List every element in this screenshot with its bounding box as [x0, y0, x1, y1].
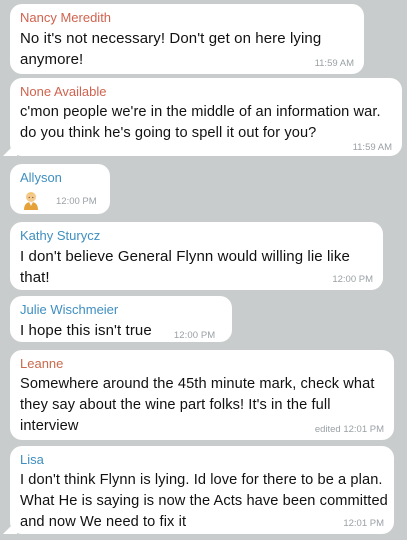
- message-text: I don't think Flynn is lying. Id love fo…: [20, 472, 388, 530]
- message-bubble[interactable]: Allyson 12:00 PM: [10, 164, 110, 214]
- chat-message-list[interactable]: Nancy Meredith No it's not necessary! Do…: [0, 0, 407, 540]
- message-time: 11:59 AM: [352, 142, 392, 153]
- message-sender[interactable]: Lisa: [20, 452, 384, 468]
- message-bubble[interactable]: None Available c'mon people we're in the…: [10, 78, 402, 156]
- message-time: 12:00 PM: [173, 330, 216, 341]
- message-time: 11:59 AM: [314, 58, 354, 69]
- message-text: I hope this isn't true 12:00 PM: [20, 320, 222, 346]
- message-sender[interactable]: Leanne: [20, 356, 384, 372]
- message-sender[interactable]: Kathy Sturycz: [20, 228, 373, 244]
- message-time: 12:00 PM: [332, 274, 373, 285]
- message-text: I don't believe General Flynn would will…: [20, 248, 350, 286]
- message-bubble[interactable]: Kathy Sturycz I don't believe General Fl…: [10, 222, 383, 290]
- message-time: 12:01 PM: [343, 518, 384, 529]
- message-text: No it's not necessary! Don't get on here…: [20, 30, 322, 68]
- message-bubble[interactable]: Lisa I don't think Flynn is lying. Id lo…: [10, 446, 394, 534]
- message-bubble[interactable]: Julie Wischmeier I hope this isn't true 1…: [10, 296, 232, 342]
- message-time: edited 12:01 PM: [314, 424, 384, 435]
- message-sender[interactable]: Nancy Meredith: [20, 10, 354, 26]
- message-sender[interactable]: Julie Wischmeier: [20, 302, 222, 318]
- message-text: c'mon people we're in the middle of an i…: [20, 104, 381, 141]
- message-time: 12:00 PM: [56, 196, 97, 207]
- person-with-blond-hair-emoji: [20, 188, 42, 210]
- message-sender[interactable]: None Available: [20, 84, 392, 100]
- message-bubble[interactable]: Leanne Somewhere around the 45th minute …: [10, 350, 394, 440]
- message-sender[interactable]: Allyson: [20, 170, 100, 186]
- message-bubble[interactable]: Nancy Meredith No it's not necessary! Do…: [10, 4, 364, 74]
- message-text-content: I hope this isn't true: [20, 322, 152, 339]
